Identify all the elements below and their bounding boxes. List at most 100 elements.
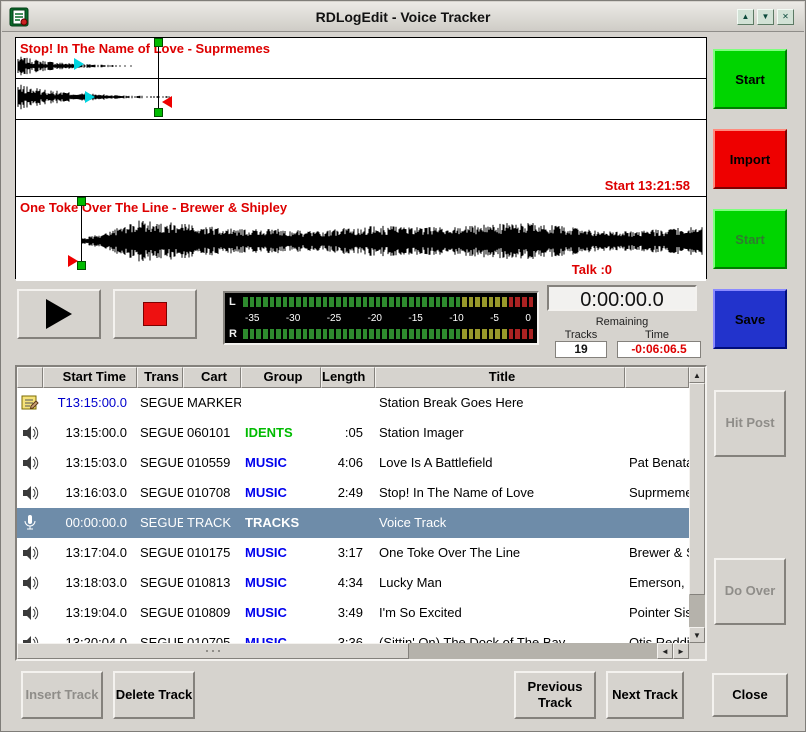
column-header-cart[interactable]: Cart [183,367,241,388]
table-row[interactable]: 13:17:04.0SEGUE010175MUSIC3:17One Toke O… [17,538,689,568]
cell-length: 4:06 [321,448,375,478]
log-table: Start Time Trans Cart Group Length Title… [15,365,707,661]
cell-start-time: 13:20:04.0 [43,628,137,643]
scroll-right-icon[interactable]: ► [673,643,689,659]
shade-window-icon[interactable]: ▲ [737,9,754,25]
segue-marker-icon[interactable] [162,96,172,108]
log-rows: T13:15:00.0SEGUEMARKERStation Break Goes… [17,388,689,643]
insert-track-button[interactable]: Insert Track [21,671,103,719]
previous-track-pane[interactable]: Stop! In The Name of Love - Suprmemes [16,38,706,120]
close-window-icon[interactable]: ✕ [777,9,794,25]
cell-group: MUSIC [241,448,321,478]
remaining-label: Remaining [547,316,697,328]
cell-trans: SEGUE [137,628,183,643]
table-row[interactable]: 13:15:03.0SEGUE010559MUSIC4:06Love Is A … [17,448,689,478]
talk-marker-icon[interactable] [68,255,78,267]
table-row[interactable]: 13:16:03.0SEGUE010708MUSIC2:49Stop! In T… [17,478,689,508]
cell-trans: SEGUE [137,538,183,568]
table-row[interactable]: 00:00:00.0SEGUETRACKTRACKSVoice Track [17,508,689,538]
vertical-scrollbar[interactable]: ▲ ▼ [689,367,705,643]
table-row[interactable]: 13:15:00.0SEGUE060101IDENTS:05Station Im… [17,418,689,448]
end-marker-line[interactable] [158,40,159,114]
column-header-length[interactable]: Length [321,367,375,388]
cell-title: Stop! In The Name of Love [375,478,625,508]
elapsed-time-display: 0:00:00.0 [547,285,697,311]
cell-title: (Sittin' On) The Dock of The Bay [375,628,625,643]
column-header-start-time[interactable]: Start Time [43,367,137,388]
column-header-group[interactable]: Group [241,367,321,388]
hit-post-button[interactable]: Hit Post [714,390,786,457]
cell-start-time: 13:15:03.0 [43,448,137,478]
start-record-button[interactable]: Start [713,49,787,109]
cell-trans: SEGUE [137,388,183,418]
window-title: RDLogEdit - Voice Tracker [2,9,804,25]
cell-cart: 010559 [183,448,241,478]
scroll-up-icon[interactable]: ▲ [689,367,705,383]
stop-button[interactable] [113,289,197,339]
vertical-scroll-thumb[interactable] [689,383,705,595]
marker-handle-bottom[interactable] [154,108,163,117]
cell-length [321,508,375,538]
cell-cart: 010708 [183,478,241,508]
cell-artist [625,508,689,538]
transport-bar: L -35-30-25-20-15-10-50 R 0:00:00.0 Rema… [15,283,707,359]
save-button[interactable]: Save [713,289,787,349]
cell-trans: SEGUE [137,568,183,598]
column-header-title[interactable]: Title [375,367,625,388]
column-header-artist[interactable] [625,367,689,388]
cell-title: Voice Track [375,508,625,538]
cell-start-time: 00:00:00.0 [43,508,137,538]
table-row[interactable]: 13:20:04.0SEGUE010705MUSIC3:36(Sittin' O… [17,628,689,643]
cell-title: Station Imager [375,418,625,448]
talk-label: Talk :0 [572,262,612,277]
column-header-icon[interactable] [17,367,43,388]
table-row[interactable]: T13:15:00.0SEGUEMARKERStation Break Goes… [17,388,689,418]
delete-track-button[interactable]: Delete Track [113,671,195,719]
iconify-window-icon[interactable]: ▼ [757,9,774,25]
cell-start-time: 13:16:03.0 [43,478,137,508]
next-track-pane[interactable]: One Toke Over The Line - Brewer & Shiple… [16,197,706,281]
cell-group: MUSIC [241,538,321,568]
play-button[interactable] [17,289,101,339]
cell-start-time: 13:15:00.0 [43,418,137,448]
cell-artist [625,418,689,448]
marker-handle-bottom[interactable] [77,261,86,270]
fade-marker-icon[interactable] [85,91,95,103]
voice-track-pane[interactable]: Start 13:21:58 [16,120,706,197]
cell-group: IDENTS [241,418,321,448]
waveform-track1-right [16,79,706,118]
table-row[interactable]: 13:19:04.0SEGUE010809MUSIC3:49I'm So Exc… [17,598,689,628]
meter-right [243,329,533,339]
next-track-button[interactable]: Next Track [606,671,684,719]
cell-start-time: 13:18:03.0 [43,568,137,598]
close-button[interactable]: Close [712,673,788,717]
level-meter: L -35-30-25-20-15-10-50 R [223,291,539,345]
horizontal-scroll-thumb[interactable] [17,643,409,659]
cell-cart: 010809 [183,598,241,628]
scroll-left-icon[interactable]: ◄ [657,643,673,659]
scroll-down-icon[interactable]: ▼ [689,627,705,643]
meter-left [243,297,533,307]
cell-title: I'm So Excited [375,598,625,628]
table-row[interactable]: 13:18:03.0SEGUE010813MUSIC4:34Lucky ManE… [17,568,689,598]
log-header: Start Time Trans Cart Group Length Title [17,367,689,388]
cell-length: 4:34 [321,568,375,598]
import-button[interactable]: Import [713,129,787,189]
speaker-icon [17,418,43,448]
cell-length [321,388,375,418]
marker-handle-top[interactable] [77,197,86,206]
horizontal-scrollbar[interactable]: ◄ ► [17,643,689,659]
speaker-icon [17,568,43,598]
cell-artist: Otis Reddin [625,628,689,643]
app-window: RDLogEdit - Voice Tracker ▲ ▼ ✕ Stop! In… [0,0,806,732]
speaker-icon [17,448,43,478]
marker-handle-top[interactable] [154,38,163,47]
start-playback-button[interactable]: Start [713,209,787,269]
previous-track-button[interactable]: Previous Track [514,671,596,719]
cell-trans: SEGUE [137,598,183,628]
do-over-button[interactable]: Do Over [714,558,786,625]
cell-artist: Pat Benatar [625,448,689,478]
start-marker-line[interactable] [81,199,82,269]
column-header-trans[interactable]: Trans [137,367,183,388]
fade-marker-icon[interactable] [74,58,84,70]
